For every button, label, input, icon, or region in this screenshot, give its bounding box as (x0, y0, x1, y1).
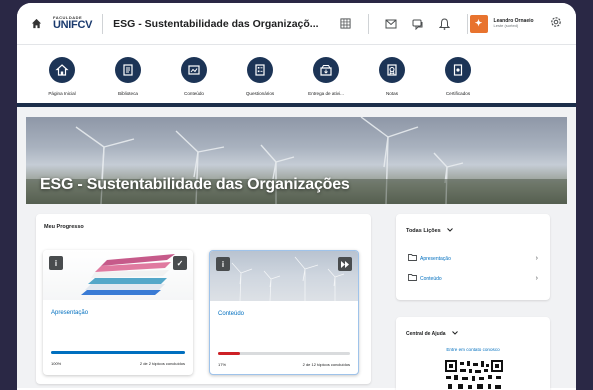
logo-text: UNIFCV (53, 19, 93, 31)
widget-title: Meu Progresso (44, 224, 84, 230)
nav-label: Questionários (245, 91, 275, 96)
home-icon (49, 57, 75, 83)
nav-item-certificates[interactable]: Certificados (425, 57, 491, 96)
lessons-title-text: Todas Lições (406, 228, 441, 234)
course-selector-grid-icon[interactable] (339, 17, 353, 31)
nav-label: Entrega de ativi... (308, 91, 344, 96)
topics-completed: 2 de 2 tópicos concluídos (139, 361, 185, 366)
grades-icon (379, 57, 405, 83)
banner-title: ESG - Sustentabilidade das Organizações (40, 176, 350, 193)
progress-bar-fill (218, 352, 241, 355)
card-title[interactable]: Apresentação (51, 310, 88, 316)
folder-icon (408, 254, 417, 263)
info-icon: i (216, 257, 230, 271)
info-icon: i (49, 256, 63, 270)
course-title[interactable]: ESG - Sustentabilidade das Organizaçõ... (113, 18, 318, 30)
divider (367, 13, 369, 34)
top-bar: FACULDADE UNIFCV ESG - Sustentabilidade … (17, 3, 576, 45)
course-homepage: ESG - Sustentabilidade das Organizações … (17, 107, 576, 390)
topics-completed: 2 de 12 tópicos concluídos (302, 362, 350, 367)
progress-bar-fill (51, 351, 185, 354)
chevron-down-icon (451, 331, 458, 337)
progress-bar (51, 351, 185, 354)
nav-label: Conteúdo (184, 91, 204, 96)
lesson-label: Apresentação (420, 255, 451, 262)
certificate-icon (445, 57, 471, 83)
help-center-widget: Central de Ajuda Entre em contato conosc… (396, 317, 550, 390)
lessons-title[interactable]: Todas Lições (406, 228, 453, 234)
quiz-icon (247, 57, 273, 83)
institution-logo[interactable]: FACULDADE UNIFCV (53, 16, 92, 31)
nav-item-grades[interactable]: Notas (359, 57, 425, 96)
books-image: i ✓ (43, 250, 193, 300)
gear-icon[interactable] (550, 16, 562, 31)
nav-item-content[interactable]: Conteúdo (161, 57, 227, 96)
chevron-down-icon (446, 228, 453, 234)
wind-turbines-image: i (210, 251, 358, 301)
user-menu[interactable]: Leandro Ornaeio Leste (sorted) (494, 18, 534, 29)
card-title[interactable]: Conteúdo (218, 311, 244, 317)
nav-label: Notas (385, 91, 398, 96)
book-icon (115, 57, 141, 83)
contact-link[interactable]: Entre em contato conosco (396, 347, 550, 352)
user-role: Leste (sorted) (493, 23, 519, 29)
lesson-item-conteudo[interactable]: Conteúdo › (408, 274, 538, 283)
lesson-item-apresentacao[interactable]: Apresentação › (408, 254, 538, 263)
home-icon[interactable] (27, 15, 45, 33)
qr-code-image[interactable] (442, 359, 506, 389)
nav-item-home[interactable]: Página Inicial (29, 57, 95, 96)
nav-item-library[interactable]: Biblioteca (95, 57, 161, 96)
submission-icon (313, 57, 339, 83)
nav-label: Biblioteca (118, 91, 138, 96)
books-illustration (81, 254, 175, 295)
chevron-right-icon: › (535, 275, 538, 282)
progress-percent: 17% (218, 362, 227, 367)
all-lessons-widget: Todas Lições Apresentação › Conteúdo › (396, 214, 550, 300)
divider (102, 13, 104, 34)
nav-label: Certificados (445, 91, 471, 96)
chevron-right-icon: › (535, 255, 538, 262)
progress-card-apresentacao[interactable]: i ✓ Apresentação 100% 2 de 2 tópicos con… (43, 250, 193, 375)
browser-frame: FACULDADE UNIFCV ESG - Sustentabilidade … (17, 3, 576, 390)
course-banner: ESG - Sustentabilidade das Organizações (26, 117, 567, 204)
progress-card-conteudo[interactable]: i Conteúdo 17% 2 de 12 tópicos concluído… (209, 250, 359, 375)
nav-item-quizzes[interactable]: Questionários (227, 57, 293, 96)
progress-percent: 100% (51, 361, 62, 366)
help-title-text: Central de Ajuda (406, 331, 446, 337)
my-progress-widget: Meu Progresso i ✓ Apresentação 100% 2 de… (36, 214, 371, 384)
progress-bar (218, 352, 350, 355)
continue-icon[interactable] (338, 257, 352, 271)
help-title[interactable]: Central de Ajuda (406, 331, 458, 337)
toolbar-icons (339, 13, 470, 34)
avatar[interactable]: ✦ (469, 14, 488, 33)
nav-label: Página Inicial (48, 91, 76, 96)
course-navbar: Página Inicial Biblioteca Conteúdo Quest… (17, 45, 576, 107)
chat-icon[interactable] (411, 17, 425, 31)
nav-item-submissions[interactable]: Entrega de ativi... (293, 57, 359, 96)
divider (466, 13, 468, 34)
message-icon[interactable] (384, 17, 398, 31)
content-icon (181, 57, 207, 83)
turbines-illustration (231, 256, 345, 301)
bell-icon[interactable] (438, 17, 452, 31)
lesson-label: Conteúdo (420, 275, 442, 282)
folder-icon (408, 274, 417, 283)
check-icon: ✓ (173, 256, 187, 270)
